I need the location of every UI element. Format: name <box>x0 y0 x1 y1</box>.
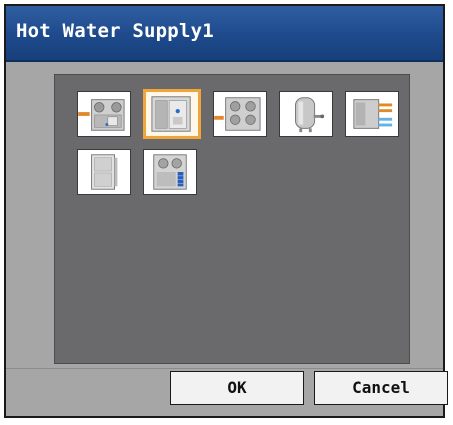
outdoor-hot-water-unit-icon <box>153 154 187 190</box>
footer-divider <box>6 368 443 369</box>
ok-button[interactable]: OK <box>170 371 304 405</box>
hot-water-heat-pump-unit-icon <box>151 96 191 132</box>
title-bar: Hot Water Supply1 <box>6 6 443 62</box>
icon-grid-panel <box>54 74 410 364</box>
icon-tile-water-heat-exchanger[interactable] <box>345 91 399 137</box>
icon-tile-hot-water-heat-pump-unit[interactable] <box>143 89 201 139</box>
indoor-cabinet-unit-icon <box>91 154 118 190</box>
icon-tile-indoor-cabinet-unit[interactable] <box>77 149 131 195</box>
water-heat-exchanger-icon <box>353 99 393 129</box>
dialog-title: Hot Water Supply1 <box>16 20 214 42</box>
hot-water-storage-tank-icon <box>295 97 325 133</box>
cancel-button[interactable]: Cancel <box>314 371 448 405</box>
icon-tile-hot-water-storage-tank[interactable] <box>279 91 333 137</box>
icon-tile-outdoor-hot-water-unit[interactable] <box>143 149 197 195</box>
icon-select-dialog: Hot Water Supply1 <box>4 4 445 418</box>
icon-tile-hot-water-unit-with-pipe[interactable] <box>77 91 131 137</box>
icon-tile-hot-water-unit-twin[interactable] <box>213 91 267 137</box>
hot-water-unit-with-pipe-icon <box>78 99 125 131</box>
hot-water-unit-twin-icon <box>214 97 261 131</box>
